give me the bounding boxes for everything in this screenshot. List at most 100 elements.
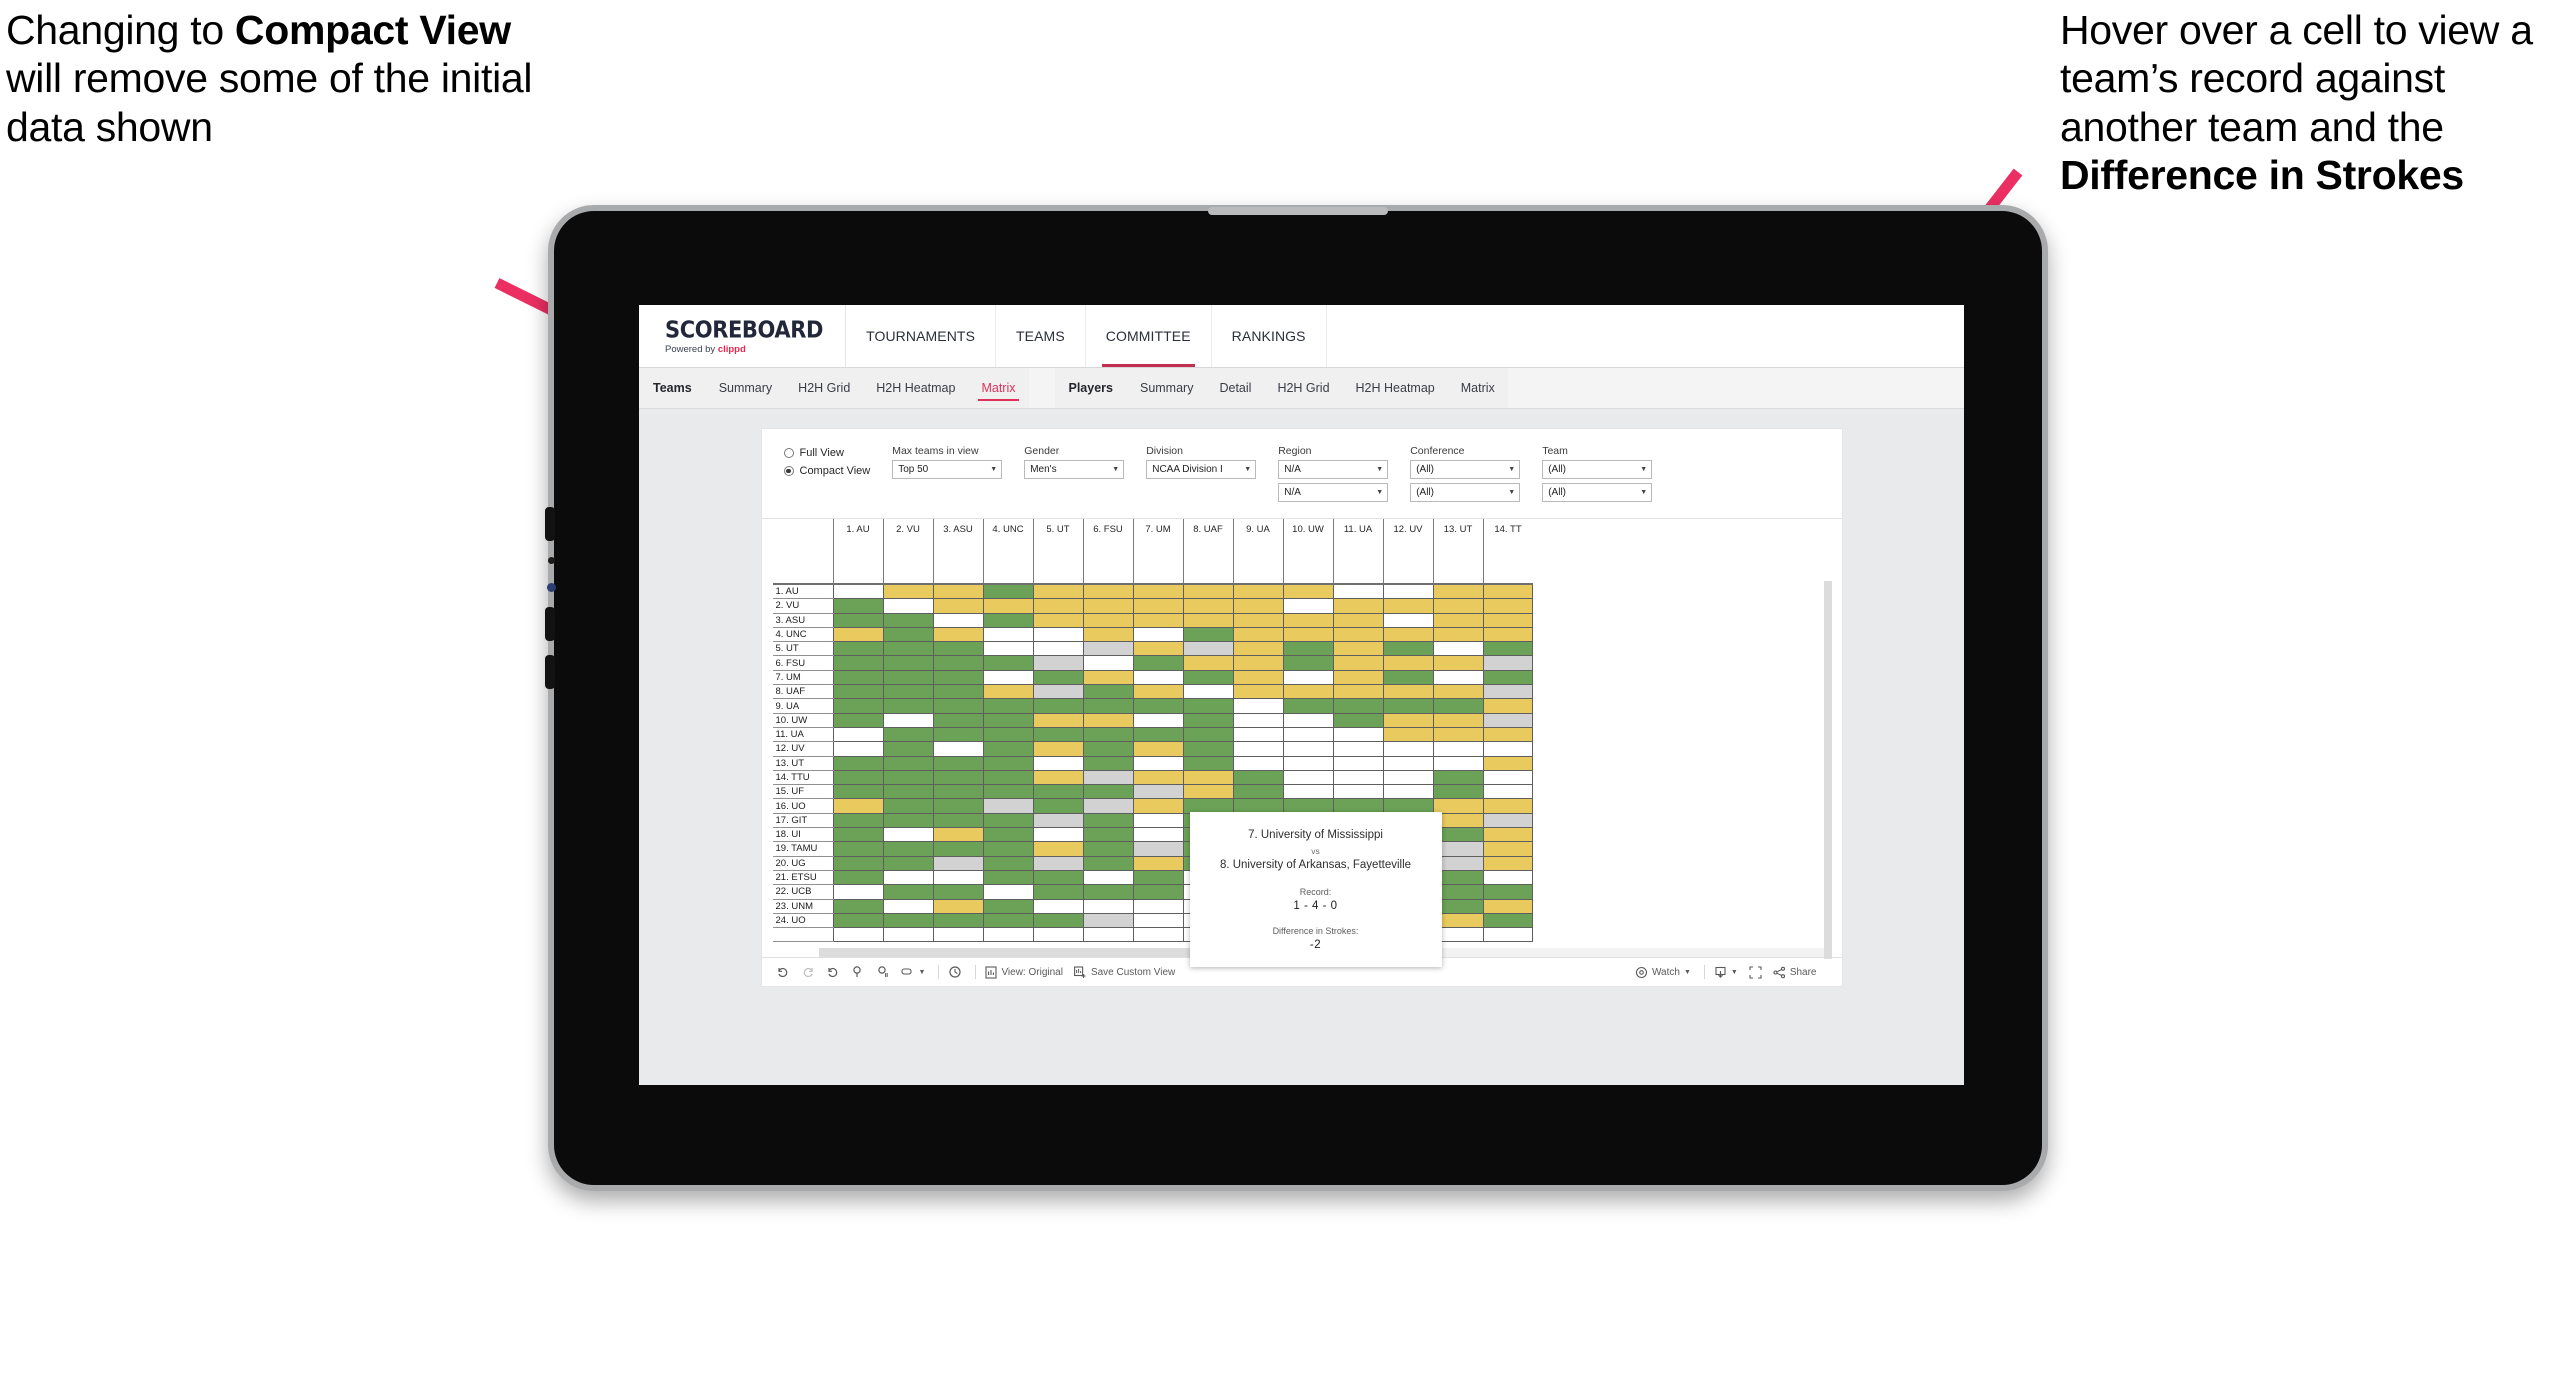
matrix-cell[interactable] xyxy=(1132,898,1184,914)
matrix-cell[interactable] xyxy=(1482,869,1533,886)
matrix-cell[interactable] xyxy=(1232,669,1284,686)
matrix-cell[interactable] xyxy=(1082,583,1134,600)
tab-players-matrix[interactable]: Matrix xyxy=(1448,368,1508,408)
matrix-cell[interactable] xyxy=(1032,841,1084,857)
matrix-cell[interactable] xyxy=(882,755,934,771)
matrix-cell[interactable] xyxy=(982,827,1034,843)
matrix-cell[interactable] xyxy=(1032,684,1084,700)
matrix-cell[interactable] xyxy=(1482,769,1533,786)
matrix-cell[interactable] xyxy=(982,841,1034,857)
matrix-cell[interactable] xyxy=(1182,784,1234,800)
matrix-cell[interactable] xyxy=(882,798,934,814)
matrix-cell[interactable] xyxy=(1482,641,1533,657)
matrix-cell[interactable] xyxy=(1132,784,1184,800)
matrix-cell[interactable] xyxy=(1032,583,1084,600)
matrix-cell[interactable] xyxy=(882,684,934,700)
undo-icon[interactable] xyxy=(776,965,790,979)
matrix-cell[interactable] xyxy=(932,655,984,671)
matrix-cell[interactable] xyxy=(1432,698,1484,714)
matrix-cell[interactable] xyxy=(882,626,934,643)
matrix-cell[interactable] xyxy=(1432,684,1484,700)
matrix-cell[interactable] xyxy=(1082,726,1134,743)
matrix-cell[interactable] xyxy=(1282,669,1334,686)
matrix-cell[interactable] xyxy=(1432,726,1484,743)
redo-icon[interactable] xyxy=(801,965,815,979)
matrix-cell[interactable] xyxy=(1082,855,1134,871)
matrix-cell[interactable] xyxy=(1132,827,1184,843)
matrix-cell[interactable] xyxy=(1382,755,1434,771)
matrix-cell[interactable] xyxy=(882,884,934,900)
matrix-cell[interactable] xyxy=(1282,583,1334,600)
matrix-cell[interactable] xyxy=(1082,698,1134,714)
matrix-cell[interactable] xyxy=(1132,869,1184,886)
matrix-cell[interactable] xyxy=(832,869,884,886)
matrix-cell[interactable] xyxy=(1132,884,1184,900)
filter-region-select-1[interactable]: N/A ▼ xyxy=(1278,460,1389,479)
matrix-cell[interactable] xyxy=(1182,655,1234,671)
matrix-cell[interactable] xyxy=(932,583,984,600)
matrix-cell[interactable] xyxy=(1332,741,1384,757)
tablet-button-top[interactable] xyxy=(545,507,555,541)
matrix-cell[interactable] xyxy=(1432,655,1484,671)
tab-teams-h2h-grid[interactable]: H2H Grid xyxy=(785,368,863,408)
filter-team-select-1[interactable]: (All) ▼ xyxy=(1542,460,1653,479)
matrix-cell[interactable] xyxy=(1132,684,1184,700)
matrix-cell[interactable] xyxy=(882,726,934,743)
matrix-cell[interactable] xyxy=(1082,798,1134,814)
matrix-cell[interactable] xyxy=(1332,655,1384,671)
matrix-cell[interactable] xyxy=(1232,612,1284,628)
brand-logo[interactable]: SCOREBOARD Powered by clippd xyxy=(639,305,847,367)
matrix-cell[interactable] xyxy=(1332,641,1384,657)
matrix-cell[interactable] xyxy=(982,769,1034,786)
matrix-cell[interactable] xyxy=(1332,612,1384,628)
matrix-cell[interactable] xyxy=(982,726,1034,743)
matrix-cell[interactable] xyxy=(1482,741,1533,757)
matrix-cell[interactable] xyxy=(1082,827,1134,843)
matrix-cell[interactable] xyxy=(1282,655,1334,671)
matrix-cell[interactable] xyxy=(832,912,884,929)
matrix-cell[interactable] xyxy=(1132,741,1184,757)
matrix-cell[interactable] xyxy=(1082,655,1134,671)
matrix-cell[interactable] xyxy=(1082,641,1134,657)
matrix-cell[interactable] xyxy=(832,626,884,643)
matrix-cell[interactable] xyxy=(932,841,984,857)
matrix-cell[interactable] xyxy=(932,726,984,743)
filter-region-select-2[interactable]: N/A ▼ xyxy=(1278,483,1389,502)
save-custom-view-button[interactable]: Save Custom View xyxy=(1074,966,1175,979)
matrix-cell[interactable] xyxy=(832,855,884,871)
matrix-cell[interactable] xyxy=(982,812,1034,829)
matrix-cell[interactable] xyxy=(832,884,884,900)
matrix-cell[interactable] xyxy=(932,684,984,700)
matrix-cell[interactable] xyxy=(1232,712,1284,728)
matrix-cell[interactable] xyxy=(1032,769,1084,786)
matrix-cell[interactable] xyxy=(1082,927,1134,943)
matrix-cell[interactable] xyxy=(1382,669,1434,686)
matrix-cell[interactable] xyxy=(982,669,1034,686)
matrix-cell[interactable] xyxy=(932,755,984,771)
matrix-cell[interactable] xyxy=(1482,626,1533,643)
matrix-cell[interactable] xyxy=(982,884,1034,900)
matrix-cell[interactable] xyxy=(1132,712,1184,728)
matrix-cell[interactable] xyxy=(1082,626,1134,643)
matrix-cell[interactable] xyxy=(1432,598,1484,614)
matrix-cell[interactable] xyxy=(1282,712,1334,728)
matrix-cell[interactable] xyxy=(1432,769,1484,786)
matrix-cell[interactable] xyxy=(1332,712,1384,728)
matrix-cell[interactable] xyxy=(1032,612,1084,628)
matrix-cell[interactable] xyxy=(832,927,884,943)
matrix-cell[interactable] xyxy=(1132,755,1184,771)
matrix-cell[interactable] xyxy=(832,784,884,800)
matrix-cell[interactable] xyxy=(1382,769,1434,786)
matrix-cell[interactable] xyxy=(1232,726,1284,743)
matrix-cell[interactable] xyxy=(1382,583,1434,600)
matrix-cell[interactable] xyxy=(982,784,1034,800)
matrix-cell[interactable] xyxy=(1282,684,1334,700)
matrix-cell[interactable] xyxy=(932,912,984,929)
matrix-cell[interactable] xyxy=(1382,641,1434,657)
matrix-cell[interactable] xyxy=(1132,812,1184,829)
matrix-cell[interactable] xyxy=(1382,612,1434,628)
matrix-cell[interactable] xyxy=(1232,741,1284,757)
matrix-cell[interactable] xyxy=(1182,583,1234,600)
pause-icon[interactable] xyxy=(876,965,890,979)
matrix-cell[interactable] xyxy=(882,927,934,943)
